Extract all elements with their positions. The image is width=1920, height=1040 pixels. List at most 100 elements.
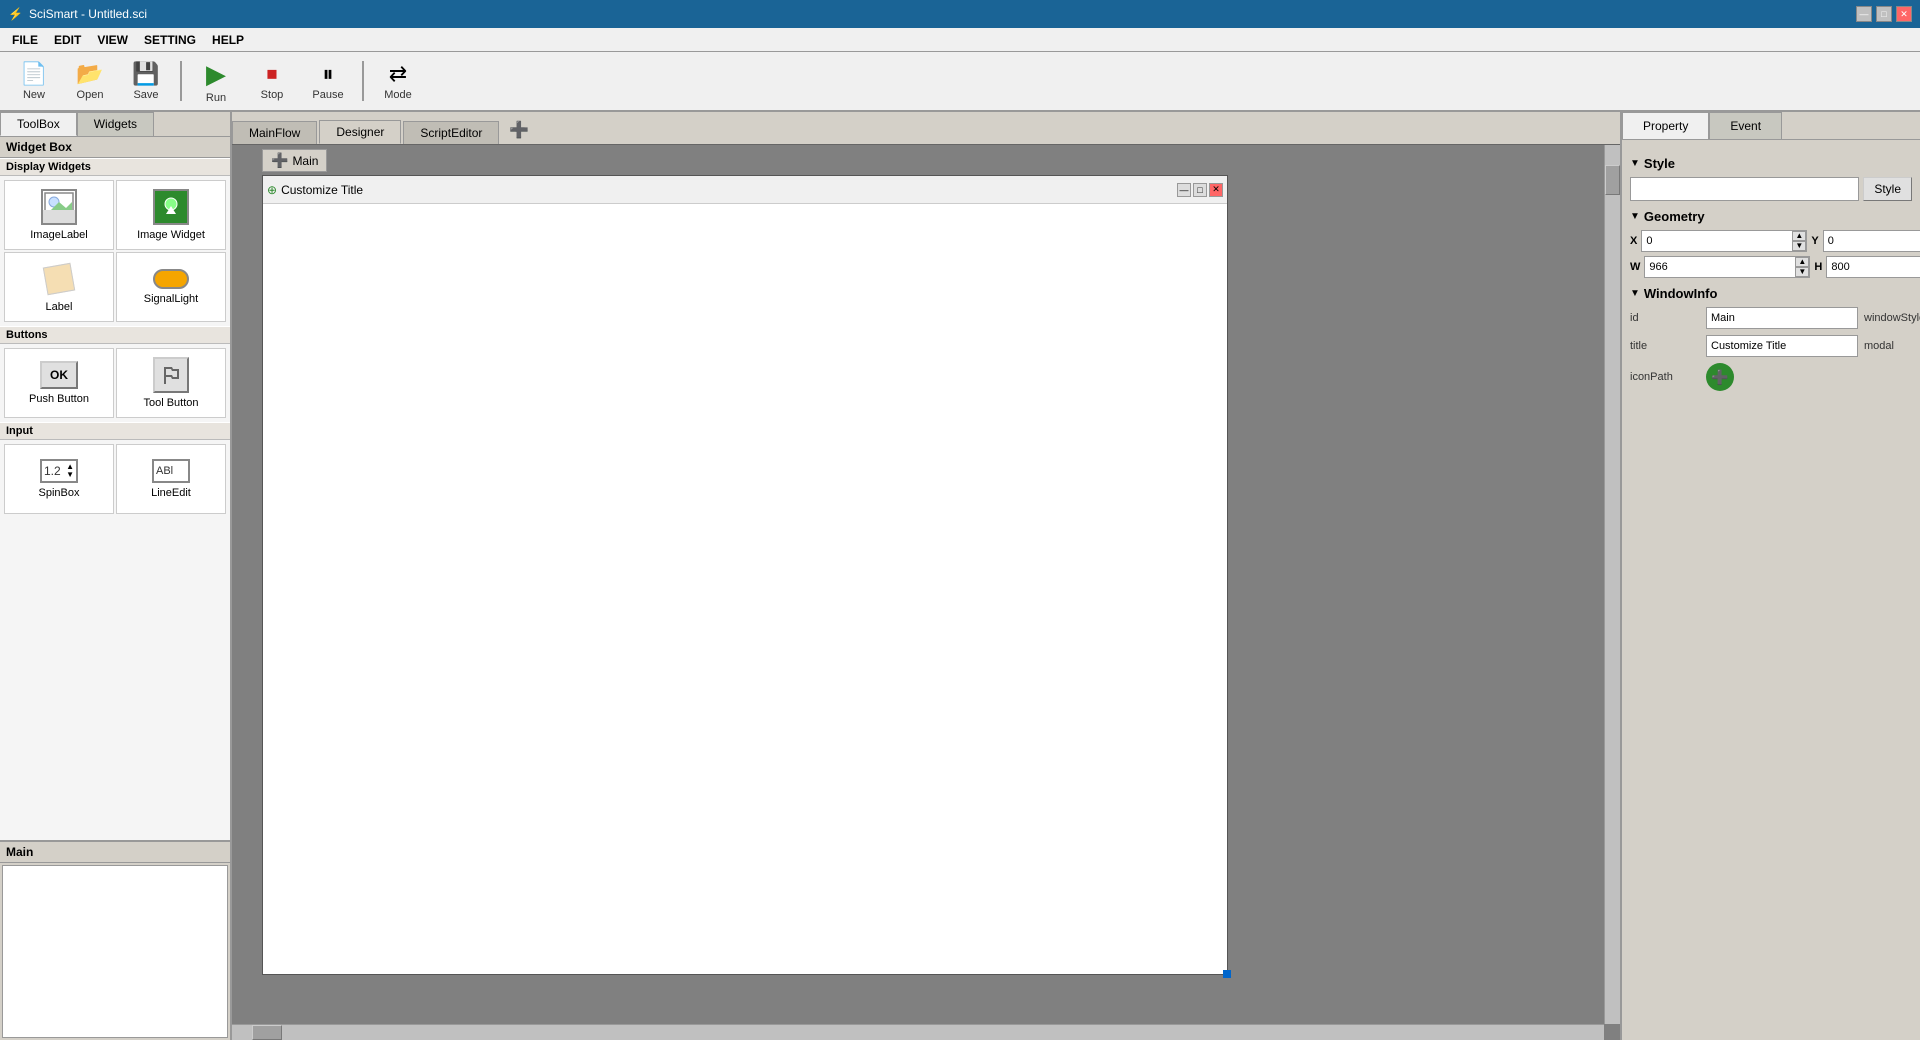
geometry-x-input-wrap: ▲ ▼ [1641, 230, 1807, 252]
widget-signal-light[interactable]: SignalLight [116, 252, 226, 322]
close-button[interactable]: ✕ [1896, 6, 1912, 22]
style-section-label: Style [1644, 156, 1675, 171]
scrollbar-vertical[interactable] [1604, 145, 1620, 1024]
open-button[interactable]: 📂 Open [64, 55, 116, 107]
signal-light-icon [153, 269, 189, 289]
toolbar-separator-1 [180, 61, 182, 101]
save-button[interactable]: 💾 Save [120, 55, 172, 107]
widget-line-edit[interactable]: ABl LineEdit [116, 444, 226, 514]
designer-tab-bar: MainFlow Designer ScriptEditor ➕ [232, 112, 1620, 145]
new-icon: 📄 [20, 61, 47, 87]
bottom-panel: Main [0, 840, 230, 1040]
tab-toolbox[interactable]: ToolBox [0, 112, 77, 136]
tab-property[interactable]: Property [1622, 112, 1709, 139]
signal-light-text: SignalLight [144, 293, 198, 305]
spinbox-text: SpinBox [39, 487, 80, 499]
geometry-x-input[interactable] [1642, 231, 1792, 251]
menu-edit[interactable]: EDIT [46, 31, 89, 49]
right-panel: Property Event ▼ Style Style ▼ Geometry … [1620, 112, 1920, 1040]
mode-button[interactable]: ⇄ Mode [372, 55, 424, 107]
titlebar-left: ⚡ SciSmart - Untitled.sci [8, 7, 147, 21]
widget-spinbox[interactable]: 1.2 ▲ ▼ SpinBox [4, 444, 114, 514]
style-input[interactable] [1630, 177, 1859, 201]
stop-button[interactable]: ⏹ Stop [246, 55, 298, 107]
new-button[interactable]: 📄 New [8, 55, 60, 107]
minimize-button[interactable]: — [1856, 6, 1872, 22]
wi-iconpath-button[interactable]: ➕ [1706, 363, 1734, 391]
label-text: Label [46, 301, 73, 313]
geometry-w-spin: ▲ ▼ [1795, 257, 1809, 277]
geometry-x-spin-down[interactable]: ▼ [1792, 241, 1806, 251]
wi-id-input[interactable] [1706, 307, 1858, 329]
geometry-w-spin-down[interactable]: ▼ [1795, 267, 1809, 277]
geometry-y-item: Y ▲ ▼ [1811, 230, 1920, 252]
scrollbar-horizontal[interactable] [232, 1024, 1604, 1040]
open-label: Open [77, 89, 104, 101]
scrollbar-thumb-h[interactable] [252, 1025, 282, 1040]
widget-box: Widget Box Display Widgets ImageLabel [0, 137, 230, 840]
widget-label[interactable]: Label [4, 252, 114, 322]
widget-image-widget[interactable]: Image Widget [116, 180, 226, 250]
stop-icon: ⏹ [266, 61, 277, 87]
maximize-button[interactable]: □ [1876, 6, 1892, 22]
widget-push-button[interactable]: OK Push Button [4, 348, 114, 418]
geometry-w-input[interactable] [1645, 257, 1795, 277]
run-icon: ▶ [206, 59, 226, 90]
wi-title-label: title [1630, 340, 1700, 352]
geometry-h-input-wrap: ▲ ▼ [1826, 256, 1920, 278]
spinbox-icon: 1.2 ▲ ▼ [40, 459, 78, 483]
toolbar: 📄 New 📂 Open 💾 Save ▶ Run ⏹ Stop ⏸ Pause… [0, 52, 1920, 112]
tab-mainflow[interactable]: MainFlow [232, 121, 317, 144]
section-buttons[interactable]: Buttons [0, 326, 230, 344]
tab-designer[interactable]: Designer [319, 120, 401, 144]
geometry-x-label: X [1630, 235, 1637, 247]
menu-file[interactable]: FILE [4, 31, 46, 49]
wi-title-input[interactable] [1706, 335, 1858, 357]
tab-widgets[interactable]: Widgets [77, 112, 154, 136]
geometry-w-spin-up[interactable]: ▲ [1795, 257, 1809, 267]
geometry-y-input-wrap: ▲ ▼ [1823, 230, 1920, 252]
left-panel: ToolBox Widgets Widget Box Display Widge… [0, 112, 232, 1040]
section-display-widgets[interactable]: Display Widgets [0, 158, 230, 176]
geometry-y-label: Y [1811, 235, 1818, 247]
wi-iconpath-row: iconPath ➕ [1630, 363, 1912, 391]
pause-button[interactable]: ⏸ Pause [302, 55, 354, 107]
widget-image-label[interactable]: ImageLabel [4, 180, 114, 250]
tool-button-icon [153, 357, 189, 393]
app-title: SciSmart - Untitled.sci [29, 7, 147, 21]
design-canvas[interactable]: ⊕ Customize Title — □ ✕ [262, 175, 1228, 975]
run-button[interactable]: ▶ Run [190, 55, 242, 107]
push-button-icon: OK [40, 361, 78, 389]
app-icon: ⚡ [8, 7, 23, 21]
geometry-y-input[interactable] [1824, 231, 1920, 251]
menu-help[interactable]: HELP [204, 31, 252, 49]
canvas-titlebar-controls: — □ ✕ [1177, 183, 1223, 197]
geometry-x-spin-up[interactable]: ▲ [1792, 231, 1806, 241]
section-input[interactable]: Input [0, 422, 230, 440]
bottom-panel-content [2, 865, 228, 1038]
canvas-close-btn[interactable]: ✕ [1209, 183, 1223, 197]
right-tab-bar: Property Event [1622, 112, 1920, 140]
widget-tool-button[interactable]: Tool Button [116, 348, 226, 418]
canvas-maximize-btn[interactable]: □ [1193, 183, 1207, 197]
tab-event[interactable]: Event [1709, 112, 1782, 139]
style-button[interactable]: Style [1863, 177, 1912, 201]
menu-setting[interactable]: SETTING [136, 31, 204, 49]
canvas-page-tab[interactable]: Main [292, 154, 318, 168]
tab-scripteditor[interactable]: ScriptEditor [403, 121, 499, 144]
wi-iconpath-label: iconPath [1630, 371, 1700, 383]
canvas-minimize-btn[interactable]: — [1177, 183, 1191, 197]
geometry-section-header[interactable]: ▼ Geometry [1630, 209, 1912, 224]
windowinfo-section-header[interactable]: ▼ WindowInfo [1630, 286, 1912, 301]
design-canvas-wrapper[interactable]: ➕ Main ⊕ Customize Title — □ ✕ [232, 145, 1620, 1040]
style-section-header[interactable]: ▼ Style [1630, 156, 1912, 171]
save-label: Save [133, 89, 158, 101]
scrollbar-thumb-v[interactable] [1605, 165, 1620, 195]
menu-view[interactable]: VIEW [89, 31, 136, 49]
geometry-h-label: H [1814, 261, 1822, 273]
canvas-resize-handle[interactable] [1223, 970, 1231, 978]
wi-windowstyle-label: windowStyle [1864, 312, 1920, 324]
geometry-h-input[interactable] [1827, 257, 1920, 277]
geometry-section-label: Geometry [1644, 209, 1705, 224]
add-tab-button[interactable]: ➕ [501, 116, 537, 144]
